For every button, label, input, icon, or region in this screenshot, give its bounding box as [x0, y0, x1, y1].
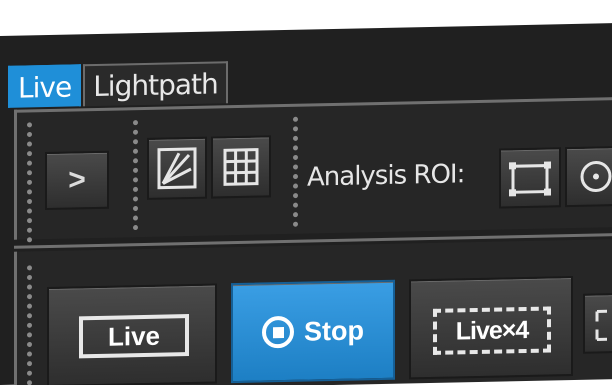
stop-icon [262, 315, 294, 349]
rectangle-roi-button[interactable] [499, 147, 561, 209]
acquisition-panel: Live Stop Live×4 [14, 238, 612, 385]
rectangle-roi-icon [509, 161, 551, 197]
grid-view-button[interactable] [211, 135, 271, 199]
tab-live[interactable]: Live [8, 64, 82, 108]
panel-grip[interactable] [27, 122, 33, 243]
live-x4-button[interactable]: Live×4 [409, 275, 573, 380]
split-view-button[interactable] [147, 136, 207, 200]
chevron-right-icon: > [68, 163, 86, 197]
live-button[interactable]: Live [47, 283, 217, 385]
circle-roi-button[interactable] [565, 145, 612, 208]
crop-frame-icon [595, 309, 612, 341]
panel-grip[interactable] [27, 265, 33, 385]
group-grip[interactable] [293, 116, 299, 227]
toolbar-panel: > Analysis ROI: [14, 96, 612, 243]
group-grip[interactable] [133, 120, 139, 231]
analysis-roi-label: Analysis ROI: [307, 159, 465, 193]
tab-lightpath[interactable]: Lightpath [83, 61, 228, 107]
screen: Live Lightpath > Analysis ROI: Live Stop… [0, 23, 612, 385]
live-button-label: Live [79, 314, 189, 359]
grid-icon [223, 148, 259, 186]
tab-bar: Live Lightpath [8, 61, 228, 108]
live-x4-button-label: Live×4 [433, 306, 551, 355]
circle-roi-icon [580, 161, 612, 193]
stop-button[interactable]: Stop [231, 279, 395, 384]
expand-button[interactable]: > [45, 150, 109, 211]
split-view-icon [157, 147, 197, 190]
stop-button-label: Stop [304, 314, 364, 347]
snap-button[interactable] [583, 292, 612, 354]
